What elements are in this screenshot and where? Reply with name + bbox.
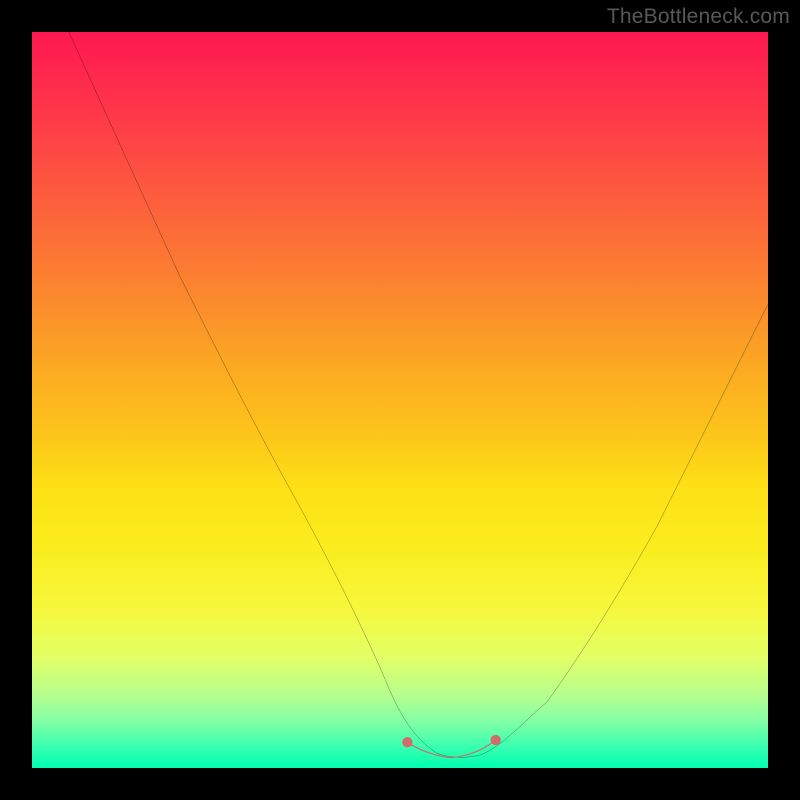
main-curve <box>69 32 768 757</box>
valley-end-right <box>491 735 501 745</box>
watermark-text: TheBottleneck.com <box>607 5 790 29</box>
valley-marker <box>407 740 495 758</box>
curve-layer <box>32 32 768 768</box>
chart-frame: TheBottleneck.com <box>0 0 800 800</box>
valley-end-left <box>402 737 412 747</box>
